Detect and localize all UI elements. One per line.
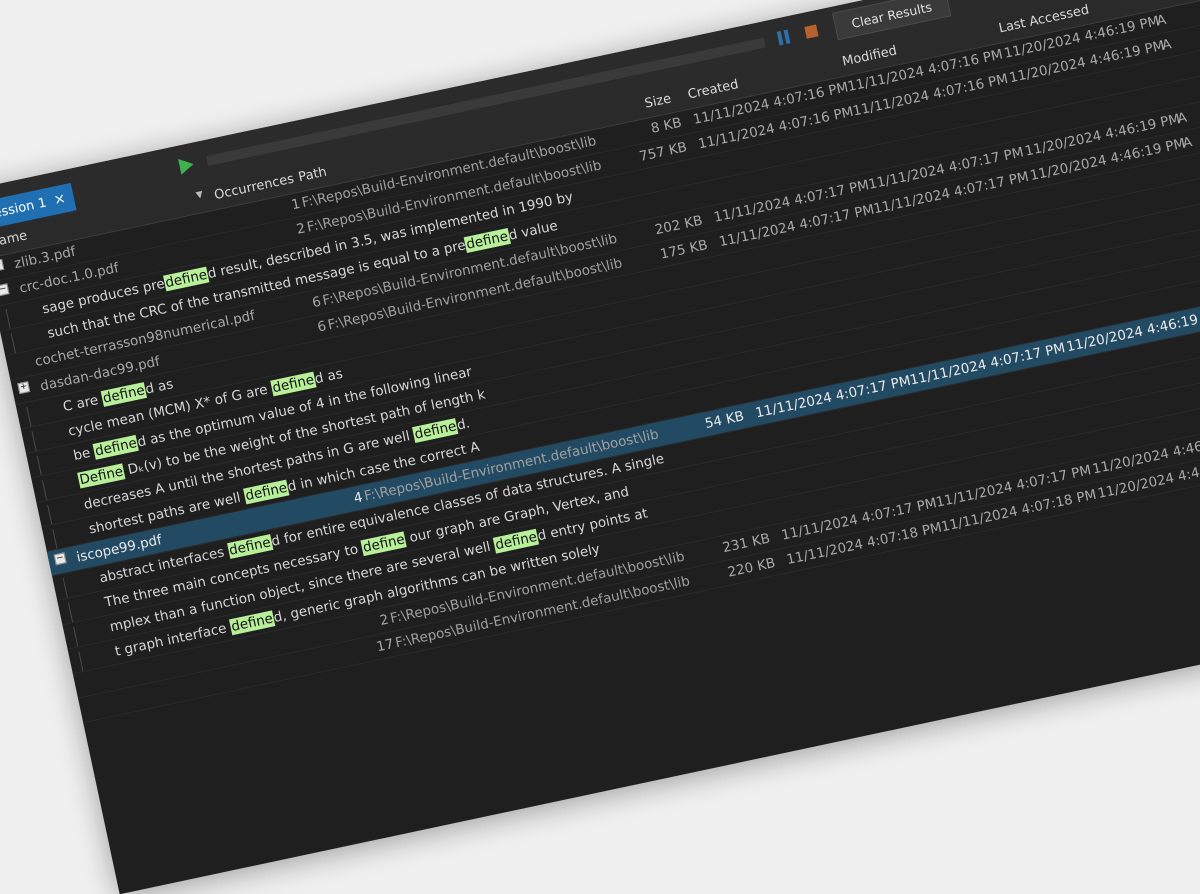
pause-icon[interactable] <box>776 29 792 46</box>
play-icon[interactable] <box>178 156 196 175</box>
tree-line <box>36 455 42 476</box>
occurrence-count: 1 <box>289 195 302 214</box>
tree-line <box>47 504 53 525</box>
expand-icon[interactable]: + <box>0 258 5 272</box>
collapse-icon[interactable]: − <box>53 552 67 566</box>
expand-icon[interactable]: + <box>17 381 31 395</box>
column-size[interactable]: Size <box>643 91 672 111</box>
tree-line <box>41 480 48 500</box>
column-path[interactable]: Path <box>297 165 328 186</box>
tree-line <box>67 602 74 623</box>
tree-line <box>5 309 11 329</box>
tree-line <box>78 651 84 672</box>
snippet-after: d as <box>143 376 175 398</box>
column-name[interactable]: Name <box>0 228 29 251</box>
session-tab-label: Session 1 <box>0 195 48 223</box>
snippet-after: d. <box>455 415 472 434</box>
tree-line <box>31 431 37 452</box>
file-attributes: A <box>1155 11 1168 30</box>
tree-line <box>62 577 68 598</box>
snippet-before: C are <box>61 391 104 416</box>
file-attributes: A <box>1181 134 1194 152</box>
tree-line <box>26 406 32 427</box>
tree-line <box>10 333 16 354</box>
file-attributes: A <box>1176 109 1189 128</box>
close-icon[interactable]: × <box>52 190 67 208</box>
collapse-icon[interactable]: − <box>0 283 10 297</box>
occurrence-count: 2 <box>295 220 307 238</box>
stop-icon[interactable] <box>804 24 819 39</box>
search-results-window: Session 1 × Clear Results Name ▼ Occurre… <box>0 0 1200 894</box>
occurrence-count: 6 <box>310 293 323 312</box>
chevron-down-icon[interactable]: ▼ <box>195 190 204 201</box>
occurrence-count: 6 <box>315 318 328 336</box>
file-attributes: A <box>1160 36 1173 54</box>
occurrence-count: 4 <box>352 489 365 507</box>
snippet-after: d as <box>313 365 345 388</box>
occurrence-count: 2 <box>378 611 391 630</box>
occurrence-count: 17 <box>375 636 396 656</box>
tree-line <box>52 529 58 549</box>
